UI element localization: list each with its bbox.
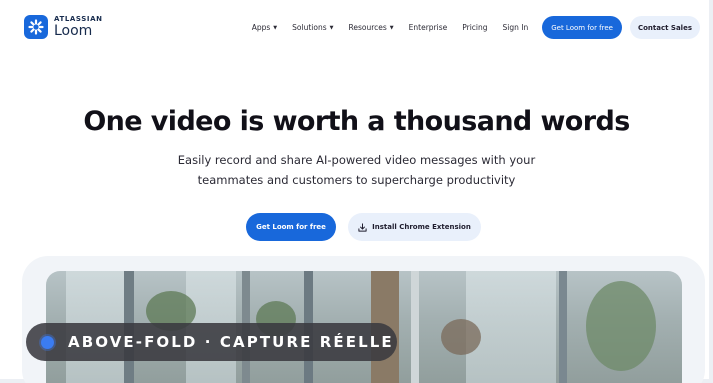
nav-pricing-label: Pricing	[462, 23, 488, 32]
site-header: ATLASSIAN Loom Apps ▼ Solutions ▼ Resource…	[0, 0, 709, 58]
hero-subtitle: Easily record and share AI-powered video…	[0, 150, 713, 190]
header-contact-sales-button[interactable]: Contact Sales	[629, 16, 700, 39]
nav-apps-label: Apps	[251, 23, 271, 32]
window-frame	[559, 271, 567, 383]
install-chrome-extension-label: Install Chrome Extension	[372, 223, 471, 231]
nav-resources-label: Resources	[348, 23, 387, 32]
person-silhouette	[441, 319, 481, 355]
hero-title: One video is worth a thousand words	[83, 106, 630, 137]
loom-logo-icon	[24, 15, 48, 39]
logo-company: ATLASSIAN	[54, 15, 103, 23]
hero-get-loom-button[interactable]: Get Loom for free	[246, 213, 336, 241]
nav-sign-in[interactable]: Sign In	[503, 17, 529, 39]
nav-apps[interactable]: Apps ▼	[252, 17, 277, 39]
chevron-down-icon: ▼	[273, 24, 278, 31]
capture-badge: ABOVE-FOLD · CAPTURE RÉELLE	[26, 323, 397, 361]
nav-solutions-label: Solutions	[292, 23, 327, 32]
nav-sign-in-label: Sign In	[502, 23, 529, 32]
loom-logo[interactable]: ATLASSIAN Loom	[24, 15, 103, 39]
plant-foliage	[586, 281, 656, 371]
window-pane	[466, 271, 556, 383]
download-icon	[358, 222, 367, 232]
main-nav: Apps ▼ Solutions ▼ Resources ▼ Enterprise P…	[252, 16, 700, 39]
hero-subtitle-line-1: Easily record and share AI-powered video…	[177, 153, 536, 167]
capture-badge-label: ABOVE-FOLD · CAPTURE RÉELLE	[68, 333, 394, 351]
chevron-down-icon: ▼	[329, 24, 334, 31]
window-frame	[411, 271, 419, 383]
nav-resources[interactable]: Resources ▼	[348, 17, 393, 39]
chevron-down-icon: ▼	[389, 24, 394, 31]
nav-solutions[interactable]: Solutions ▼	[292, 17, 333, 39]
header-get-loom-button[interactable]: Get Loom for free	[542, 16, 622, 39]
status-dot-icon	[41, 335, 54, 349]
logo-wordmark: ATLASSIAN Loom	[54, 15, 103, 39]
nav-pricing[interactable]: Pricing	[462, 17, 487, 39]
install-chrome-extension-button[interactable]: Install Chrome Extension	[348, 213, 481, 241]
hero-cta-row: Get Loom for free Install Chrome Extensi…	[246, 213, 481, 241]
nav-enterprise-label: Enterprise	[408, 23, 448, 32]
hero-subtitle-line-2: teammates and customers to supercharge p…	[197, 173, 516, 187]
nav-enterprise[interactable]: Enterprise	[409, 17, 448, 39]
logo-product: Loom	[54, 23, 93, 39]
